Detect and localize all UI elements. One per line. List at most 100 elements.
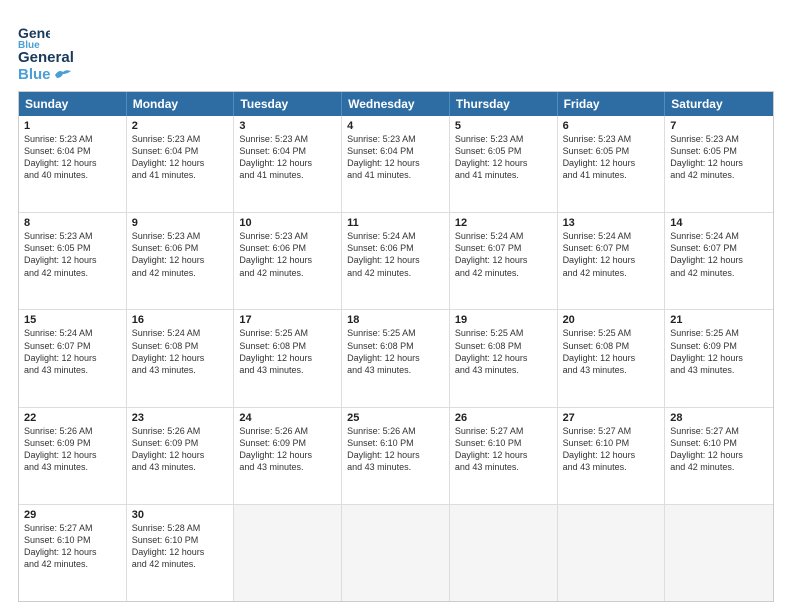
calendar-week-row: 22Sunrise: 5:26 AMSunset: 6:09 PMDayligh… <box>19 408 773 505</box>
day-info: Sunrise: 5:27 AMSunset: 6:10 PMDaylight:… <box>24 522 121 571</box>
calendar-header: SundayMondayTuesdayWednesdayThursdayFrid… <box>19 92 773 116</box>
calendar-day-cell: 12Sunrise: 5:24 AMSunset: 6:07 PMDayligh… <box>450 213 558 309</box>
day-info: Sunrise: 5:25 AMSunset: 6:09 PMDaylight:… <box>670 327 768 376</box>
day-number: 22 <box>24 412 121 424</box>
day-info: Sunrise: 5:23 AMSunset: 6:06 PMDaylight:… <box>239 230 336 279</box>
day-number: 6 <box>563 120 660 132</box>
calendar-week-row: 8Sunrise: 5:23 AMSunset: 6:05 PMDaylight… <box>19 213 773 310</box>
day-info: Sunrise: 5:23 AMSunset: 6:05 PMDaylight:… <box>563 133 660 182</box>
calendar-day-cell: 8Sunrise: 5:23 AMSunset: 6:05 PMDaylight… <box>19 213 127 309</box>
svg-text:General: General <box>18 25 50 41</box>
day-number: 30 <box>132 509 229 521</box>
day-number: 10 <box>239 217 336 229</box>
logo-general: General <box>18 50 74 67</box>
logo-icon: General Blue <box>18 18 50 50</box>
calendar-day-cell: 3Sunrise: 5:23 AMSunset: 6:04 PMDaylight… <box>234 116 342 212</box>
calendar-day-cell: 26Sunrise: 5:27 AMSunset: 6:10 PMDayligh… <box>450 408 558 504</box>
day-info: Sunrise: 5:24 AMSunset: 6:07 PMDaylight:… <box>563 230 660 279</box>
calendar-day-cell: 1Sunrise: 5:23 AMSunset: 6:04 PMDaylight… <box>19 116 127 212</box>
calendar-day-cell: 13Sunrise: 5:24 AMSunset: 6:07 PMDayligh… <box>558 213 666 309</box>
day-info: Sunrise: 5:24 AMSunset: 6:08 PMDaylight:… <box>132 327 229 376</box>
day-number: 26 <box>455 412 552 424</box>
calendar-day-cell: 10Sunrise: 5:23 AMSunset: 6:06 PMDayligh… <box>234 213 342 309</box>
calendar-week-row: 15Sunrise: 5:24 AMSunset: 6:07 PMDayligh… <box>19 310 773 407</box>
calendar-day-cell: 29Sunrise: 5:27 AMSunset: 6:10 PMDayligh… <box>19 505 127 601</box>
day-info: Sunrise: 5:24 AMSunset: 6:07 PMDaylight:… <box>670 230 768 279</box>
calendar-day-cell <box>665 505 773 601</box>
day-number: 28 <box>670 412 768 424</box>
day-number: 8 <box>24 217 121 229</box>
calendar-day-cell: 16Sunrise: 5:24 AMSunset: 6:08 PMDayligh… <box>127 310 235 406</box>
calendar-day-cell: 20Sunrise: 5:25 AMSunset: 6:08 PMDayligh… <box>558 310 666 406</box>
calendar-week-row: 29Sunrise: 5:27 AMSunset: 6:10 PMDayligh… <box>19 505 773 601</box>
calendar-week-row: 1 Sunrise: 5:23 AMSunset: 6:04 PMDaylight… <box>19 116 773 213</box>
day-info: Sunrise: 5:23 AMSunset: 6:05 PMDaylight:… <box>670 133 768 182</box>
header: General Blue General Blue <box>18 18 774 83</box>
day-number: 19 <box>455 314 552 326</box>
day-number: 21 <box>670 314 768 326</box>
calendar-day-cell: 24Sunrise: 5:26 AMSunset: 6:09 PMDayligh… <box>234 408 342 504</box>
calendar-day-cell: 11Sunrise: 5:24 AMSunset: 6:06 PMDayligh… <box>342 213 450 309</box>
day-info: Sunrise: 5:23 AMSunset: 6:05 PMDaylight:… <box>455 133 552 182</box>
day-number: 12 <box>455 217 552 229</box>
day-number: 11 <box>347 217 444 229</box>
day-number: 1 <box>24 120 121 132</box>
day-info: Sunrise: 5:24 AMSunset: 6:07 PMDaylight:… <box>24 327 121 376</box>
day-info: Sunrise: 5:24 AMSunset: 6:06 PMDaylight:… <box>347 230 444 279</box>
calendar-day-cell: 22Sunrise: 5:26 AMSunset: 6:09 PMDayligh… <box>19 408 127 504</box>
calendar-day-cell: 2Sunrise: 5:23 AMSunset: 6:04 PMDaylight… <box>127 116 235 212</box>
calendar-day-cell <box>342 505 450 601</box>
calendar-header-cell: Friday <box>558 92 666 116</box>
calendar-day-cell: 30Sunrise: 5:28 AMSunset: 6:10 PMDayligh… <box>127 505 235 601</box>
calendar-header-cell: Monday <box>127 92 235 116</box>
day-info: Sunrise: 5:26 AMSunset: 6:09 PMDaylight:… <box>24 425 121 474</box>
calendar-body: 1 Sunrise: 5:23 AMSunset: 6:04 PMDaylight… <box>19 116 773 601</box>
calendar-day-cell: 4Sunrise: 5:23 AMSunset: 6:04 PMDaylight… <box>342 116 450 212</box>
calendar-day-cell: 21Sunrise: 5:25 AMSunset: 6:09 PMDayligh… <box>665 310 773 406</box>
calendar-day-cell: 6Sunrise: 5:23 AMSunset: 6:05 PMDaylight… <box>558 116 666 212</box>
calendar-day-cell: 17Sunrise: 5:25 AMSunset: 6:08 PMDayligh… <box>234 310 342 406</box>
day-number: 14 <box>670 217 768 229</box>
day-number: 3 <box>239 120 336 132</box>
day-number: 20 <box>563 314 660 326</box>
day-number: 2 <box>132 120 229 132</box>
day-info: Sunrise: 5:28 AMSunset: 6:10 PMDaylight:… <box>132 522 229 571</box>
page: General Blue General Blue SundayMonday <box>0 0 792 612</box>
day-info: Sunrise: 5:25 AMSunset: 6:08 PMDaylight:… <box>455 327 552 376</box>
day-number: 18 <box>347 314 444 326</box>
calendar-day-cell: 18Sunrise: 5:25 AMSunset: 6:08 PMDayligh… <box>342 310 450 406</box>
day-info: Sunrise: 5:25 AMSunset: 6:08 PMDaylight:… <box>347 327 444 376</box>
day-info: Sunrise: 5:23 AMSunset: 6:04 PMDaylight:… <box>132 133 229 182</box>
calendar-day-cell: 14Sunrise: 5:24 AMSunset: 6:07 PMDayligh… <box>665 213 773 309</box>
logo: General Blue General Blue <box>18 18 74 83</box>
calendar-header-cell: Thursday <box>450 92 558 116</box>
day-number: 4 <box>347 120 444 132</box>
day-info: Sunrise: 5:23 AMSunset: 6:04 PMDaylight:… <box>347 133 444 182</box>
calendar-day-cell: 19Sunrise: 5:25 AMSunset: 6:08 PMDayligh… <box>450 310 558 406</box>
day-number: 24 <box>239 412 336 424</box>
day-info: Sunrise: 5:27 AMSunset: 6:10 PMDaylight:… <box>455 425 552 474</box>
day-info: Sunrise: 5:25 AMSunset: 6:08 PMDaylight:… <box>563 327 660 376</box>
day-info: Sunrise: 5:23 AMSunset: 6:06 PMDaylight:… <box>132 230 229 279</box>
day-info: Sunrise: 5:26 AMSunset: 6:09 PMDaylight:… <box>239 425 336 474</box>
day-info: Sunrise: 5:26 AMSunset: 6:09 PMDaylight:… <box>132 425 229 474</box>
calendar-day-cell: 27Sunrise: 5:27 AMSunset: 6:10 PMDayligh… <box>558 408 666 504</box>
day-number: 23 <box>132 412 229 424</box>
day-info: Sunrise: 5:27 AMSunset: 6:10 PMDaylight:… <box>563 425 660 474</box>
calendar-day-cell: 28Sunrise: 5:27 AMSunset: 6:10 PMDayligh… <box>665 408 773 504</box>
day-info: Sunrise: 5:23 AMSunset: 6:04 PMDaylight:… <box>239 133 336 182</box>
calendar-header-cell: Wednesday <box>342 92 450 116</box>
day-info: Sunrise: 5:23 AMSunset: 6:05 PMDaylight:… <box>24 230 121 279</box>
calendar-day-cell <box>450 505 558 601</box>
calendar-day-cell: 7Sunrise: 5:23 AMSunset: 6:05 PMDaylight… <box>665 116 773 212</box>
day-info: Sunrise: 5:26 AMSunset: 6:10 PMDaylight:… <box>347 425 444 474</box>
day-number: 7 <box>670 120 768 132</box>
calendar-header-cell: Sunday <box>19 92 127 116</box>
day-number: 15 <box>24 314 121 326</box>
calendar-day-cell: 23Sunrise: 5:26 AMSunset: 6:09 PMDayligh… <box>127 408 235 504</box>
calendar-header-cell: Tuesday <box>234 92 342 116</box>
logo-bird-icon <box>53 68 71 82</box>
day-info: Sunrise: 5:24 AMSunset: 6:07 PMDaylight:… <box>455 230 552 279</box>
calendar-day-cell <box>234 505 342 601</box>
calendar-day-cell <box>558 505 666 601</box>
